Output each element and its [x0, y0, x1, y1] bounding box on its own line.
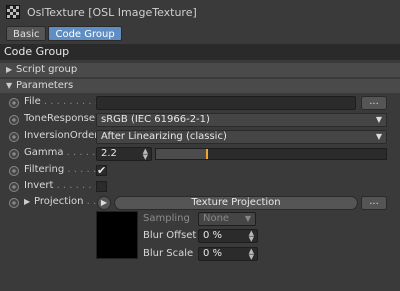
invert-checkbox[interactable]	[96, 181, 107, 192]
tone-response-dropdown[interactable]: sRGB (IEC 61966-2-1) ▼	[96, 113, 387, 127]
gamma-slider-handle[interactable]	[205, 149, 208, 159]
section-label: Script group	[16, 64, 78, 75]
spinner-arrows-icon[interactable]: ▲ ▼	[249, 248, 254, 261]
tab-code-group[interactable]: Code Group	[48, 26, 122, 41]
expand-triangle-icon[interactable]: ▶	[24, 197, 34, 206]
group-header: Code Group	[0, 44, 400, 60]
projection-more-button[interactable]: ...	[361, 196, 387, 210]
param-filtering-row: Filtering . . . . . . ✔	[0, 163, 400, 179]
checker-texture-icon	[6, 5, 20, 19]
blur-offset-value: 0 %	[203, 230, 223, 241]
projection-preview-swatch	[96, 211, 138, 259]
title-bar: OslTexture [OSL ImageTexture]	[0, 0, 400, 24]
param-projection-row: ▶ Projection . . . ▶ Texture Projection .…	[0, 195, 400, 211]
invert-label: Invert . . . . . . . .	[24, 180, 105, 191]
blur-offset-label: Blur Offset	[143, 230, 197, 241]
inversion-order-label: InversionOrder	[24, 130, 99, 141]
sampling-dropdown[interactable]: None ▼	[198, 212, 256, 226]
sampling-value: None	[203, 213, 230, 224]
keyframe-toggle-icon[interactable]	[9, 98, 19, 108]
filtering-label: Filtering . . . . . .	[24, 164, 103, 175]
param-file-row: File . . . . . . . . . . . ...	[0, 95, 400, 111]
dropdown-arrow-icon: ▼	[244, 214, 251, 223]
window-title: OslTexture [OSL ImageTexture]	[27, 5, 197, 19]
projection-link-button[interactable]: ▶	[97, 196, 111, 210]
dropdown-arrow-icon: ▼	[375, 115, 382, 124]
tone-response-label: ToneResponse	[24, 113, 96, 124]
inversion-order-dropdown[interactable]: After Linearizing (classic) ▼	[96, 130, 387, 144]
texture-projection-button[interactable]: Texture Projection	[114, 196, 358, 210]
blur-offset-input[interactable]: 0 % ▲ ▼	[198, 229, 258, 243]
param-invert-row: Invert . . . . . . . .	[0, 179, 400, 195]
gamma-slider[interactable]	[155, 148, 387, 160]
expand-triangle-icon: ▶	[6, 65, 13, 74]
gamma-number-input[interactable]: 2.2 ▲ ▼	[96, 147, 152, 161]
section-script-group[interactable]: ▶ Script group	[0, 63, 400, 77]
keyframe-toggle-icon[interactable]	[9, 182, 19, 192]
section-label: Parameters	[16, 80, 74, 91]
tab-basic[interactable]: Basic	[6, 26, 47, 41]
blur-scale-label: Blur Scale	[143, 248, 194, 259]
dropdown-arrow-icon: ▼	[375, 132, 382, 141]
projection-label: ▶ Projection . . .	[24, 196, 103, 207]
gamma-value: 2.2	[101, 148, 117, 159]
param-inversion-order-row: InversionOrder After Linearizing (classi…	[0, 129, 400, 145]
filtering-checkbox[interactable]: ✔	[96, 165, 107, 176]
collapse-triangle-icon: ▼	[6, 81, 13, 90]
keyframe-toggle-icon[interactable]	[9, 166, 19, 176]
keyframe-toggle-icon[interactable]	[9, 198, 19, 208]
tone-response-value: sRGB (IEC 61966-2-1)	[101, 114, 210, 125]
gamma-slider-fill	[156, 149, 207, 159]
param-tone-response-row: ToneResponse sRGB (IEC 61966-2-1) ▼	[0, 112, 400, 128]
play-arrow-icon: ▶	[100, 198, 108, 207]
sampling-label: Sampling	[143, 213, 190, 224]
tab-bar: Basic Code Group	[6, 26, 122, 41]
blur-scale-input[interactable]: 0 % ▲ ▼	[198, 247, 258, 261]
keyframe-toggle-icon[interactable]	[9, 115, 19, 125]
blur-scale-value: 0 %	[203, 248, 223, 259]
param-gamma-row: Gamma . . . . . . . 2.2 ▲ ▼	[0, 146, 400, 162]
keyframe-toggle-icon[interactable]	[9, 132, 19, 142]
file-path-input[interactable]	[96, 96, 356, 110]
keyframe-toggle-icon[interactable]	[9, 149, 19, 159]
spinner-arrows-icon[interactable]: ▲ ▼	[143, 148, 148, 161]
inversion-order-value: After Linearizing (classic)	[101, 131, 227, 142]
file-browse-button[interactable]: ...	[361, 96, 387, 110]
spinner-arrows-icon[interactable]: ▲ ▼	[249, 230, 254, 243]
section-parameters[interactable]: ▼ Parameters	[0, 79, 400, 93]
